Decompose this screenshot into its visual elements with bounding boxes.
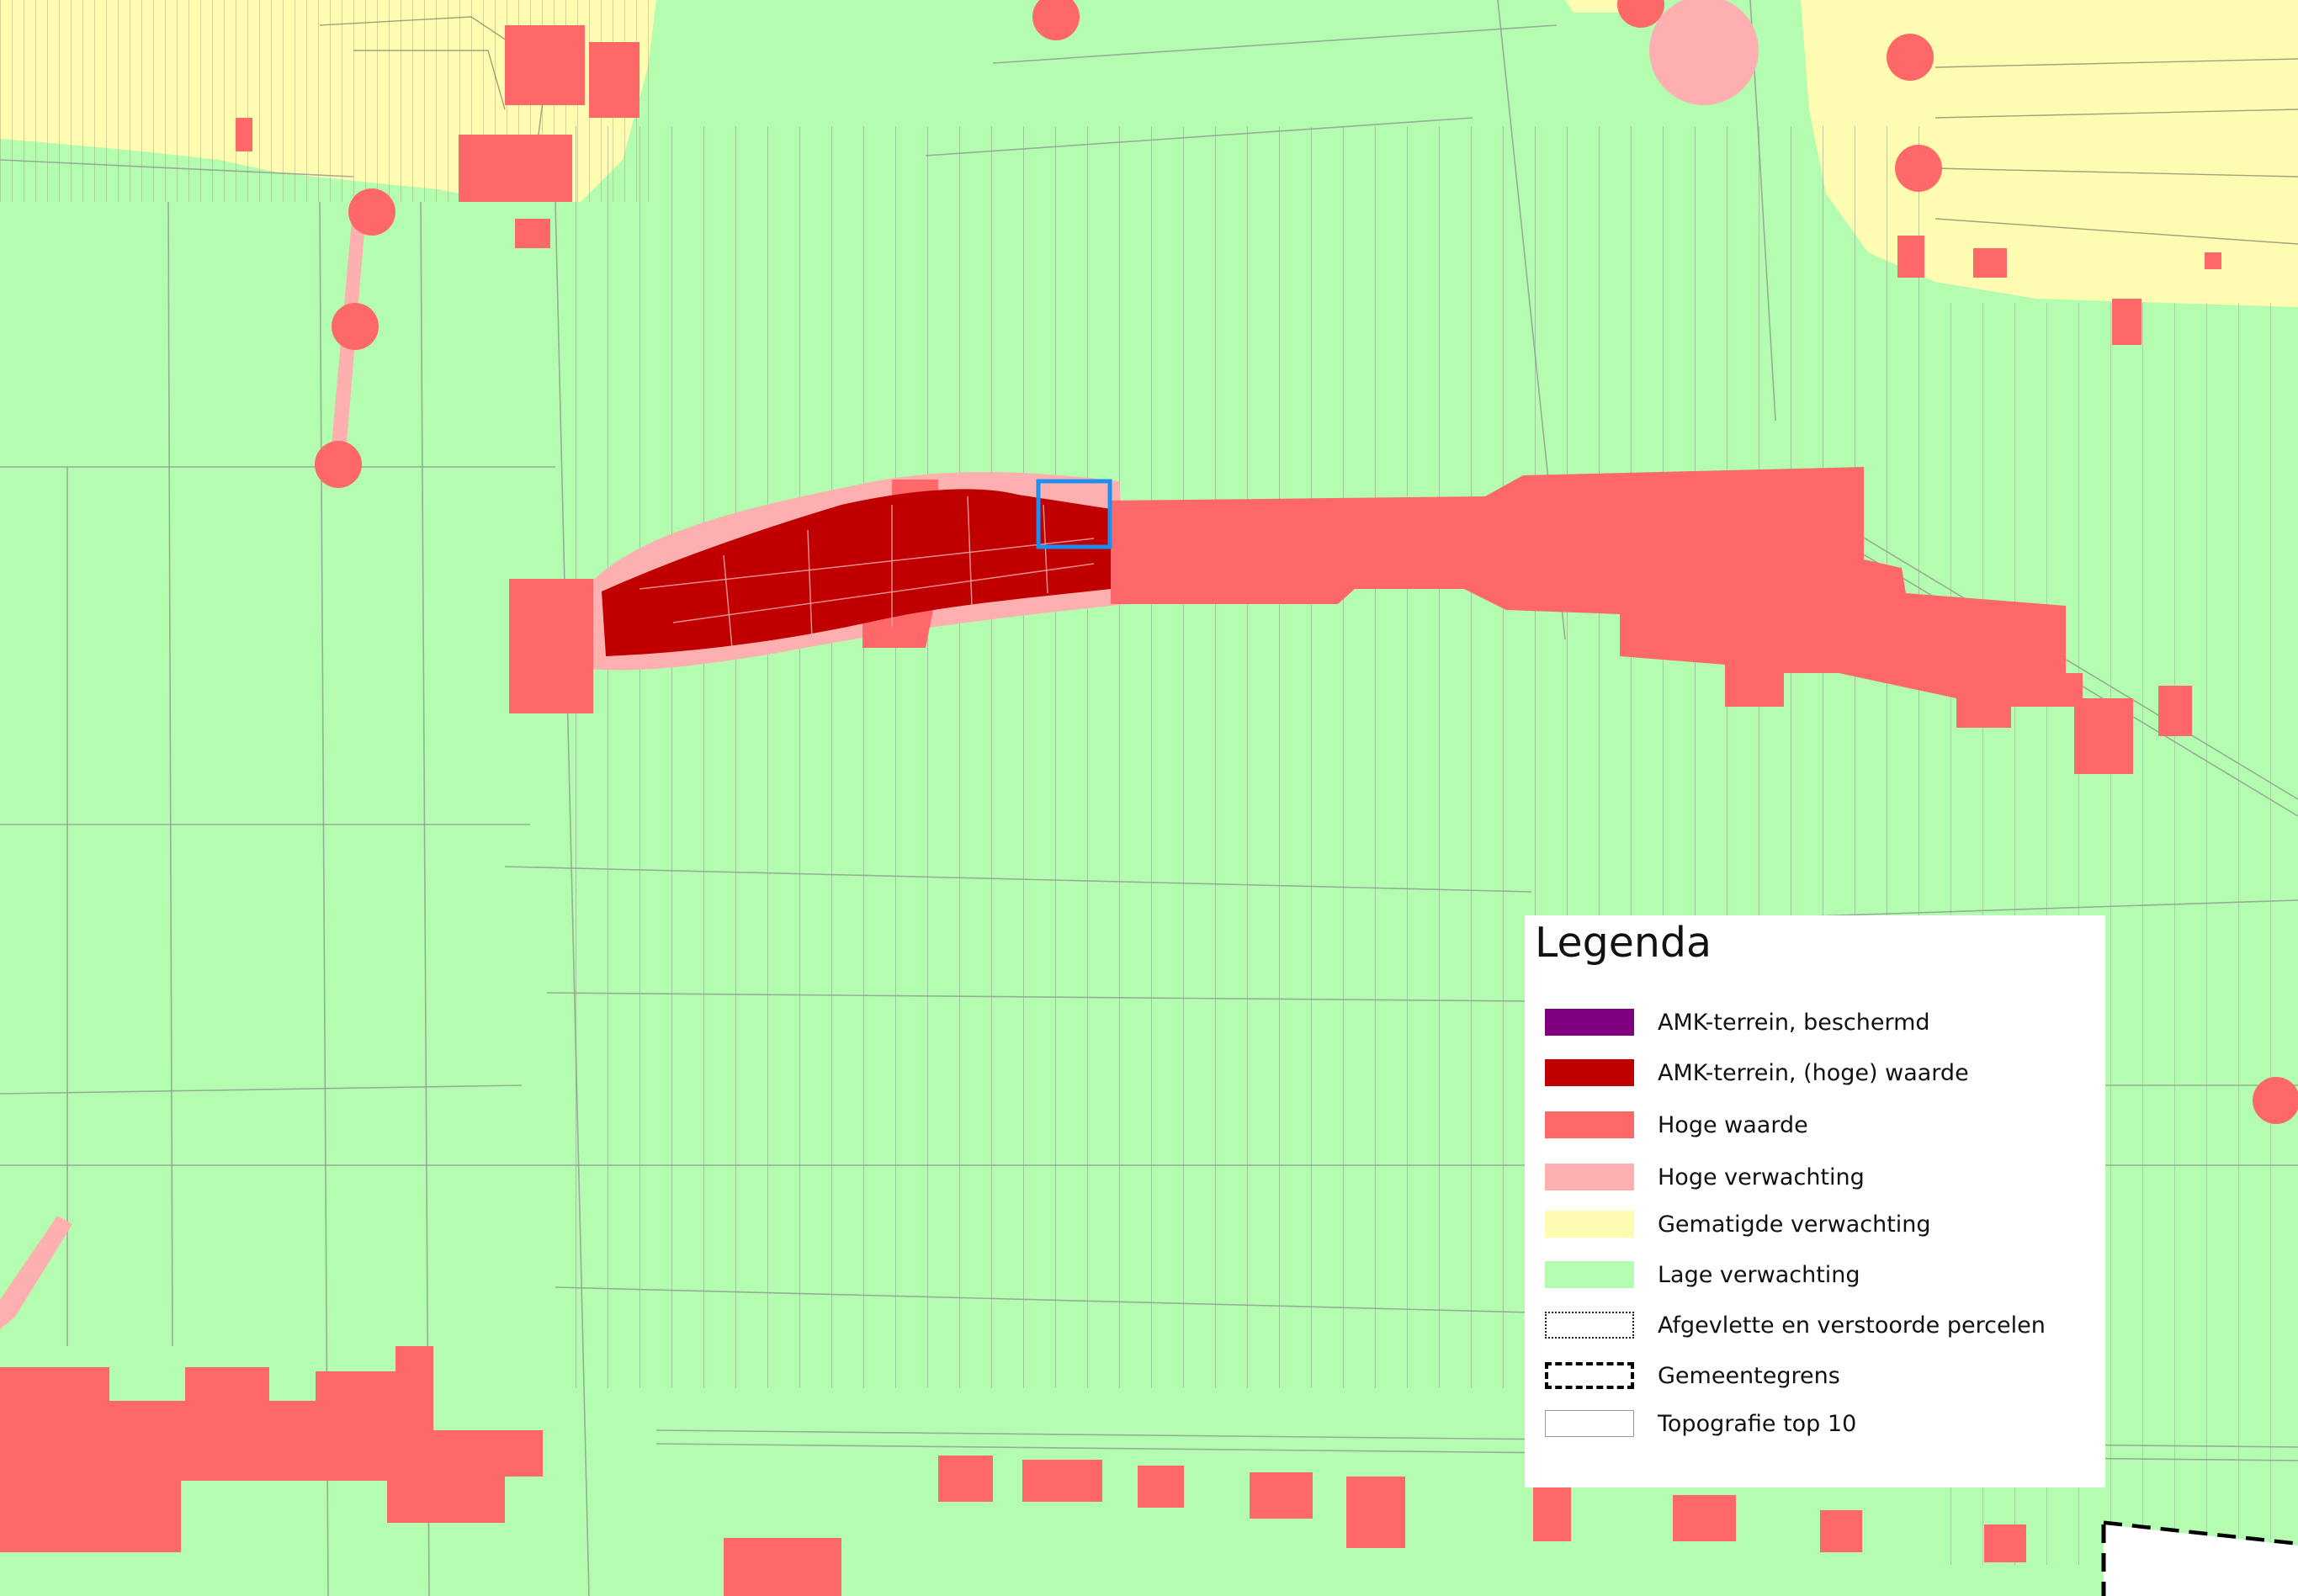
legend-swatch-gematigde-verwachting (1545, 1211, 1634, 1238)
legend-label: AMK-terrein, beschermd (1658, 1010, 1930, 1036)
legend-item-amk-hoge-waarde: AMK-terrein, (hoge) waarde (1535, 1057, 2099, 1090)
legend-swatch-topografie (1545, 1410, 1634, 1437)
legend-item-hoge-verwachting: Hoge verwachting (1535, 1161, 2099, 1195)
legend-item-lage-verwachting: Lage verwachting (1535, 1259, 2099, 1292)
legend-label: Afgevlette en verstoorde percelen (1658, 1312, 2046, 1339)
legend-label: AMK-terrein, (hoge) waarde (1658, 1060, 1969, 1086)
legend-panel: Legenda AMK-terrein, beschermd AMK-terre… (1525, 915, 2105, 1487)
legend-item-topografie: Topografie top 10 (1535, 1408, 2099, 1441)
legend-label: Gematigde verwachting (1658, 1212, 1931, 1238)
legend-item-hoge-waarde: Hoge waarde (1535, 1109, 2099, 1143)
legend-swatch-amk-beschermd (1545, 1009, 1634, 1036)
legend-swatch-hoge-verwachting (1545, 1164, 1634, 1190)
legend-swatch-hoge-waarde (1545, 1111, 1634, 1138)
legend-item-amk-beschermd: AMK-terrein, beschermd (1535, 1006, 2099, 1040)
legend-title: Legenda (1535, 919, 1712, 967)
legend-swatch-amk-hoge-waarde (1545, 1059, 1634, 1086)
legend-label: Hoge waarde (1658, 1112, 1808, 1138)
legend-item-afgevlette-percelen: Afgevlette en verstoorde percelen (1535, 1309, 2099, 1343)
legend-item-gematigde-verwachting: Gematigde verwachting (1535, 1208, 2099, 1242)
legend-label: Topografie top 10 (1658, 1411, 1857, 1437)
legend-label: Lage verwachting (1658, 1262, 1860, 1288)
legend-swatch-afgevlette-percelen (1545, 1312, 1634, 1339)
legend-item-gemeentegrens: Gemeentegrens (1535, 1360, 2099, 1393)
legend-label: Gemeentegrens (1658, 1363, 1840, 1389)
legend-label: Hoge verwachting (1658, 1164, 1865, 1190)
legend-swatch-gemeentegrens (1545, 1362, 1634, 1389)
legend-swatch-lage-verwachting (1545, 1261, 1634, 1288)
